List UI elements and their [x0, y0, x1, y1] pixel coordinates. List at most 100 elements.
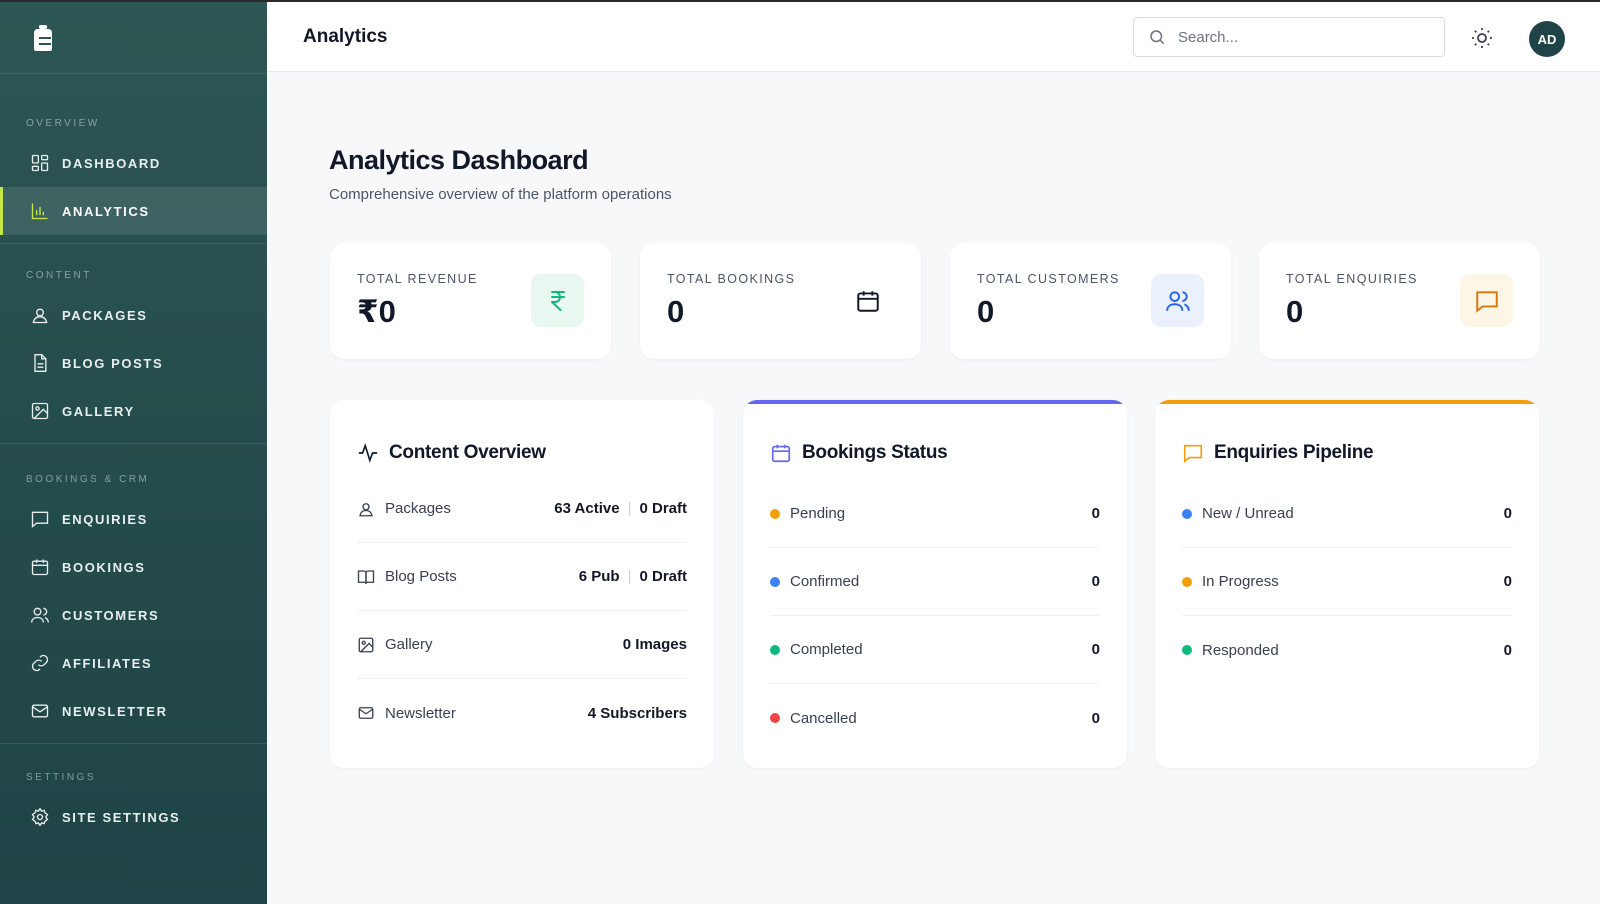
sidebar-item-label: AFFILIATES	[62, 655, 153, 671]
package-icon	[359, 502, 373, 516]
search-input[interactable]	[1178, 28, 1418, 46]
sidebar-item-label: DASHBOARD	[62, 155, 161, 171]
document-icon	[34, 354, 47, 372]
list-item-newsletter: Newsletter 4 Subscribers	[357, 679, 687, 747]
list-item-in-progress: In Progress 0	[1182, 548, 1512, 616]
sidebar-item-newsletter[interactable]: NEWSLETTER	[0, 687, 267, 735]
sidebar-item-bookings[interactable]: BOOKINGS	[0, 543, 267, 591]
status-dot	[1182, 576, 1192, 587]
stat-card-revenue: TOTAL REVENUE ₹0	[330, 243, 611, 359]
book-icon	[357, 569, 375, 584]
avatar[interactable]: AD	[1529, 21, 1565, 57]
stat-value: ₹0	[357, 294, 396, 329]
header-title: Analytics	[303, 25, 388, 47]
separator: |	[627, 500, 632, 517]
calendar-icon	[771, 444, 791, 463]
list-item-blog-posts: Blog Posts 6 Pub | 0 Draft	[357, 543, 687, 611]
panel-title: Bookings Status	[770, 442, 948, 464]
search-box[interactable]	[1133, 17, 1445, 57]
row-label: Pending	[790, 505, 846, 522]
sidebar-item-label: SITE SETTINGS	[62, 809, 181, 825]
stat-icon-wrap	[531, 274, 584, 327]
panel-title: Content Overview	[357, 442, 546, 464]
stat-card-enquiries: TOTAL ENQUIRIES 0	[1259, 243, 1540, 359]
row-label: Newsletter	[385, 704, 456, 722]
gear-icon	[31, 807, 49, 827]
link-icon	[31, 654, 49, 672]
section-label-settings: SETTINGS	[26, 772, 97, 783]
sidebar-item-label: BLOG POSTS	[62, 355, 164, 371]
section-label-bookings-crm: BOOKINGS & CRM	[26, 474, 150, 485]
row-value: 4 Subscribers	[587, 704, 687, 722]
calendar-icon	[856, 290, 879, 312]
logo[interactable]	[0, 2, 267, 74]
sidebar-item-site-settings[interactable]: SITE SETTINGS	[0, 793, 267, 841]
stat-label: TOTAL ENQUIRIES	[1286, 272, 1418, 286]
panel-accent-bar	[743, 400, 1127, 404]
row-value: 0 Images	[622, 636, 687, 653]
status-dot	[770, 576, 780, 587]
stat-icon-wrap	[1151, 274, 1204, 327]
users-icon	[1165, 290, 1190, 311]
list-item-pending: Pending 0	[770, 480, 1100, 548]
list-item-responded: Responded 0	[1182, 616, 1512, 684]
search-icon	[1150, 30, 1165, 45]
list-item-gallery: Gallery 0 Images	[357, 611, 687, 679]
row-label: New / Unread	[1202, 505, 1294, 522]
row-value: 0 Draft	[639, 500, 687, 517]
row-value: 0	[1503, 505, 1512, 522]
row-value: 0	[1091, 505, 1100, 522]
sidebar-item-blog-posts[interactable]: BLOG POSTS	[0, 339, 267, 387]
sidebar-item-label: ENQUIRIES	[62, 511, 148, 527]
row-label: Gallery	[385, 636, 433, 653]
sun-icon[interactable]	[1470, 26, 1494, 50]
status-dot	[1182, 645, 1192, 655]
section-label-overview: OVERVIEW	[26, 118, 100, 129]
sidebar-item-packages[interactable]: PACKAGES	[0, 291, 267, 339]
sidebar-item-label: CUSTOMERS	[62, 607, 160, 623]
row-value: 0	[1503, 573, 1512, 590]
row-label: Responded	[1202, 641, 1279, 659]
row-label: Cancelled	[790, 709, 857, 727]
sidebar-item-dashboard[interactable]: DASHBOARD	[0, 139, 267, 187]
sidebar-item-enquiries[interactable]: ENQUIRIES	[0, 495, 267, 543]
row-value: 6 Pub	[578, 568, 620, 585]
list-item-new-unread: New / Unread 0	[1182, 480, 1512, 548]
sidebar-item-label: NEWSLETTER	[62, 703, 168, 719]
row-label: Packages	[385, 500, 451, 517]
list-item-completed: Completed 0	[770, 616, 1100, 684]
message-icon	[1183, 444, 1203, 463]
row-value: 0	[1503, 641, 1512, 659]
sidebar-item-analytics[interactable]: ANALYTICS	[0, 187, 267, 235]
top-header: Analytics AD	[267, 0, 1600, 72]
rupee-icon	[550, 290, 565, 311]
sidebar-item-customers[interactable]: CUSTOMERS	[0, 591, 267, 639]
calendar-icon	[31, 559, 49, 576]
row-value: 63 Active	[554, 500, 620, 517]
sidebar-item-label: PACKAGES	[62, 307, 148, 323]
row-label: Blog Posts	[385, 568, 457, 585]
list-item-cancelled: Cancelled 0	[770, 684, 1100, 752]
sidebar-item-gallery[interactable]: GALLERY	[0, 387, 267, 435]
stat-label: TOTAL CUSTOMERS	[977, 272, 1120, 286]
stat-card-bookings: TOTAL BOOKINGS 0	[640, 243, 921, 359]
enquiries-pipeline-panel: Enquiries Pipeline New / Unread 0 In Pro…	[1155, 400, 1539, 768]
row-label: Completed	[790, 641, 863, 658]
content-overview-panel: Content Overview Packages 63 Active | 0 Dr…	[330, 400, 714, 768]
panel-title-text: Content Overview	[389, 442, 546, 463]
message-icon	[1475, 290, 1498, 313]
status-dot	[770, 644, 780, 655]
row-value: 0 Draft	[639, 568, 687, 585]
users-icon	[31, 607, 49, 623]
sidebar-item-affiliates[interactable]: AFFILIATES	[0, 639, 267, 687]
image-icon	[31, 402, 49, 420]
row-value: 0	[1091, 709, 1100, 727]
stat-icon-wrap	[841, 274, 894, 327]
status-dot	[770, 713, 780, 723]
status-dot	[770, 508, 780, 519]
stat-label: TOTAL BOOKINGS	[667, 272, 796, 286]
list-item-packages: Packages 63 Active | 0 Draft	[357, 475, 687, 543]
package-icon	[32, 308, 48, 324]
list-item-confirmed: Confirmed 0	[770, 548, 1100, 616]
section-label-content: CONTENT	[26, 270, 92, 281]
